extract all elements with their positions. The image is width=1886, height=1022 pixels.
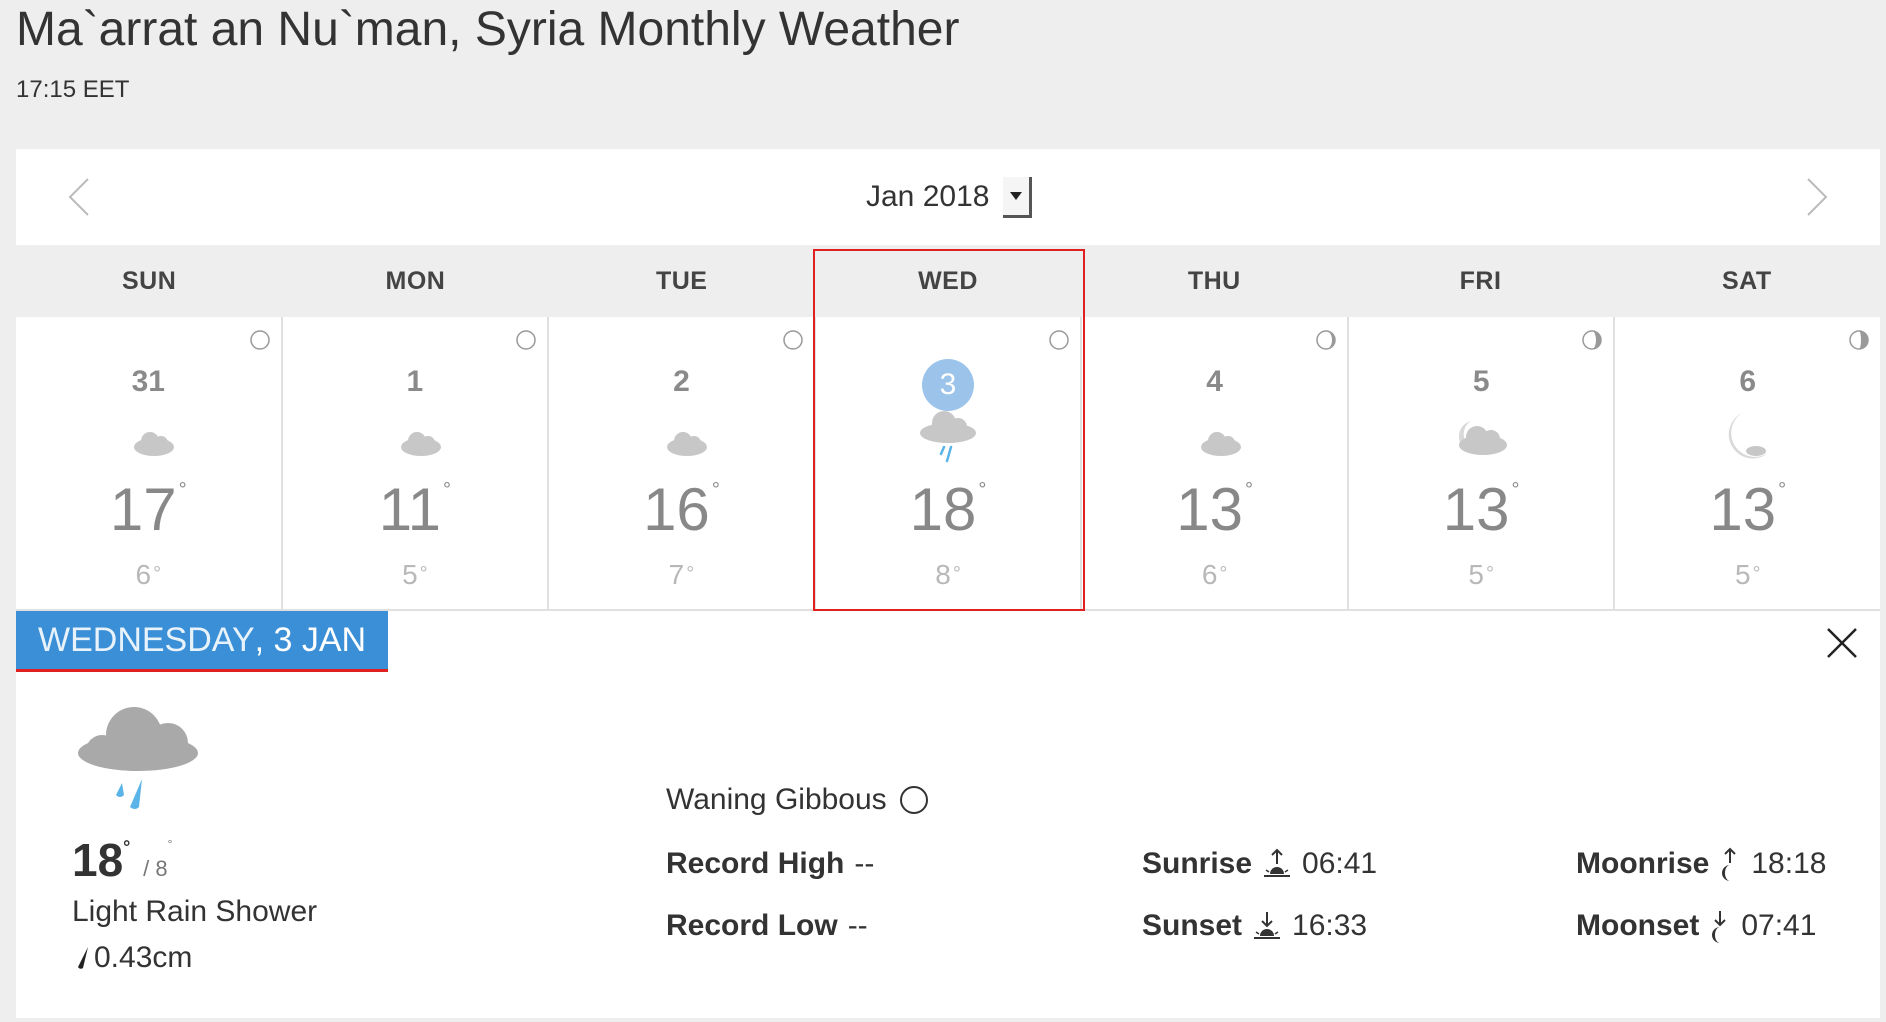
sunset-value: 16:33 (1292, 909, 1368, 942)
high-temp: 16 ° (643, 476, 720, 543)
partly-cloudy-night-icon (397, 419, 441, 456)
sunset-label: Sunset (1142, 909, 1243, 942)
raindrop-icon (78, 947, 88, 969)
next-month-button[interactable] (1794, 175, 1838, 219)
chevron-right-icon (1807, 178, 1828, 216)
day-number: 6 (1739, 365, 1757, 398)
moonset-icon (1712, 911, 1727, 943)
day-cell[interactable]: 4 13 ° 6 ° (1082, 317, 1349, 609)
low-temp: 8 ° (935, 559, 961, 590)
previous-month-button[interactable] (58, 175, 102, 219)
low-temp: 5 ° (1734, 559, 1761, 590)
weekday-header-row: SUN MON TUE WED THU FRI SAT (16, 245, 1880, 317)
record-high: Record High -- (666, 847, 874, 881)
dropdown-button[interactable] (1003, 176, 1033, 218)
day-number: 2 (673, 365, 690, 398)
moonset: Moonset 07:41 (1576, 909, 1816, 943)
detail-weekday: WEDNESDAY (38, 621, 255, 659)
day-detail-panel: WEDNESDAY, 3 JAN 18° / 8° Light Rain Sho… (16, 611, 1880, 1018)
sunrise-label: Sunrise (1142, 847, 1253, 880)
monthly-calendar: Jan 2018 SUN MON TUE WED THU FRI SAT 31 … (16, 149, 1880, 611)
day-cell[interactable]: 1 11 ° 5 ° (283, 317, 550, 609)
sunrise-value: 06:41 (1302, 847, 1378, 880)
caret-down-icon (1010, 191, 1023, 200)
moon-phase-icon (249, 330, 270, 350)
record-low-value: -- (847, 909, 868, 942)
light-rain-icon (920, 411, 977, 463)
moon-phase-icon (1316, 330, 1336, 350)
moon-phase-icon (782, 330, 803, 350)
record-high-value: -- (854, 847, 875, 880)
low-temp: 6 ° (135, 559, 162, 590)
sunrise: Sunrise 06:41 (1142, 847, 1377, 881)
record-low-label: Record Low (666, 909, 838, 942)
moon-phase-icon (1849, 330, 1869, 350)
partly-cloudy-night-icon (664, 419, 708, 456)
moonrise-label: Moonrise (1576, 847, 1710, 880)
local-time: 17:15 EET (16, 76, 130, 103)
moonrise-value: 18:18 (1751, 847, 1827, 880)
sunset: Sunset 16:33 (1142, 909, 1367, 943)
clear-night-icon (1728, 413, 1768, 459)
moonrise-icon (1722, 847, 1737, 881)
partly-cloudy-night-icon (130, 419, 175, 456)
day-cell[interactable]: 2 16 ° 7 ° (549, 317, 816, 609)
low-temp: 6 ° (1201, 559, 1228, 590)
low-temp: 5 ° (1468, 559, 1494, 590)
moonset-label: Moonset (1576, 909, 1700, 942)
page-title: Ma`arrat an Nu`man, Syria Monthly Weathe… (16, 3, 960, 56)
partly-cloudy-night-icon (1197, 419, 1241, 456)
day-cell-selected[interactable]: 3 18 ° 8 ° (816, 317, 1083, 609)
high-temp: 17 ° (109, 476, 187, 543)
month-select-value: Jan 2018 (866, 180, 990, 213)
moon-phase-label: Waning Gibbous (666, 783, 887, 816)
day-cell[interactable]: 6 13 ° 5 ° (1615, 317, 1880, 609)
days-row: 31 17 ° 6 ° 1 11 ° 5 ° 2 16 ° 7 ° 3 18 °… (16, 317, 1880, 611)
moon-phase-icon (516, 330, 536, 350)
sunset-icon (1254, 912, 1281, 939)
moon-phase-icon (899, 786, 928, 814)
day-number: 1 (406, 365, 424, 398)
day-number: 31 (131, 365, 165, 398)
weekday-header: FRI (1459, 267, 1502, 295)
day-number: 4 (1206, 365, 1223, 398)
weekday-header: SUN (121, 267, 177, 295)
day-cell[interactable]: 31 17 ° 6 ° (16, 317, 283, 609)
weekday-header: MON (385, 267, 446, 295)
detail-temperature: 18° / 8° (72, 834, 173, 886)
moon-phase: Waning Gibbous (666, 783, 929, 817)
detail-low-temp: / 8 (143, 856, 168, 881)
condition-text: Light Rain Shower (72, 895, 318, 928)
weekday-header: TUE (655, 267, 708, 295)
moon-phase-icon (1582, 330, 1603, 350)
month-select[interactable]: Jan 2018 (866, 176, 1033, 218)
low-temp: 5 ° (402, 559, 428, 590)
weekday-header: SAT (1722, 267, 1772, 295)
detail-date: , 3 JAN (254, 621, 367, 659)
day-cell[interactable]: 5 13 ° 5 ° (1349, 317, 1616, 609)
detail-date-tab: WEDNESDAY, 3 JAN (16, 611, 389, 672)
close-icon[interactable] (1824, 625, 1860, 661)
weekday-header: WED (918, 267, 978, 295)
mostly-cloudy-night-icon (1459, 421, 1508, 455)
weekday-header: THU (1187, 267, 1241, 295)
high-temp: 13 ° (1442, 476, 1520, 543)
high-temp: 18 ° (909, 476, 987, 543)
high-temp: 11 ° (378, 476, 452, 543)
day-number: 5 (1472, 365, 1490, 398)
month-navigation-bar: Jan 2018 (16, 149, 1880, 245)
sunrise-icon (1264, 848, 1291, 877)
light-rain-icon (78, 707, 198, 809)
high-temp: 13 ° (1709, 476, 1787, 543)
precipitation: 0.43cm (74, 941, 192, 975)
chevron-left-icon (68, 178, 89, 216)
day-number-today: 3 (922, 359, 975, 411)
moon-phase-icon (1049, 330, 1070, 350)
record-low: Record Low -- (666, 909, 868, 943)
high-temp: 13 ° (1176, 476, 1253, 543)
record-high-label: Record High (666, 847, 845, 880)
moonrise: Moonrise 18:18 (1576, 847, 1826, 881)
low-temp: 7 ° (668, 559, 695, 590)
moonset-value: 07:41 (1741, 909, 1817, 942)
